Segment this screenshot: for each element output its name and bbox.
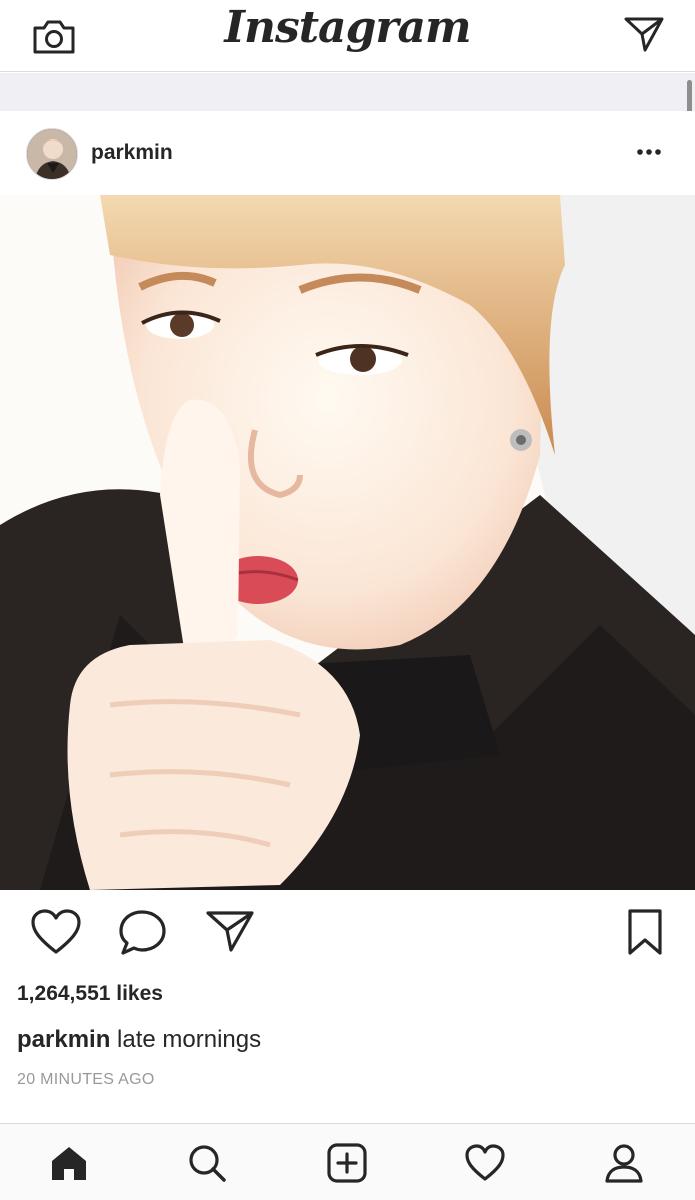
bookmark-icon[interactable] (625, 908, 665, 956)
home-icon[interactable] (48, 1142, 90, 1184)
profile-icon[interactable] (603, 1142, 645, 1184)
post-username[interactable]: parkmin (91, 141, 173, 165)
avatar[interactable] (26, 128, 78, 180)
more-options-icon[interactable] (636, 148, 662, 156)
activity-heart-icon[interactable] (464, 1142, 506, 1184)
share-icon[interactable] (205, 908, 255, 954)
post-header: parkmin (0, 111, 695, 195)
comment-icon[interactable] (118, 908, 168, 958)
caption-text: late mornings (117, 1026, 262, 1053)
post-timestamp: 20 MINUTES AGO (17, 1071, 155, 1088)
instagram-app: Instagram parkmin 1,264,551 likes parkmi… (0, 0, 695, 1200)
direct-message-icon[interactable] (623, 14, 665, 54)
top-bar: Instagram (0, 0, 695, 72)
app-logo[interactable]: Instagram (0, 2, 695, 53)
post-photo[interactable] (0, 195, 695, 890)
stories-divider-band (0, 73, 695, 111)
likes-count[interactable]: 1,264,551 likes (17, 982, 163, 1006)
post-caption: parkmin late mornings (17, 1026, 261, 1054)
add-post-icon[interactable] (326, 1142, 368, 1184)
post-actions (0, 890, 695, 980)
caption-username[interactable]: parkmin (17, 1026, 110, 1053)
bottom-tab-bar (0, 1123, 695, 1200)
search-icon[interactable] (186, 1142, 228, 1184)
heart-icon[interactable] (30, 908, 82, 956)
